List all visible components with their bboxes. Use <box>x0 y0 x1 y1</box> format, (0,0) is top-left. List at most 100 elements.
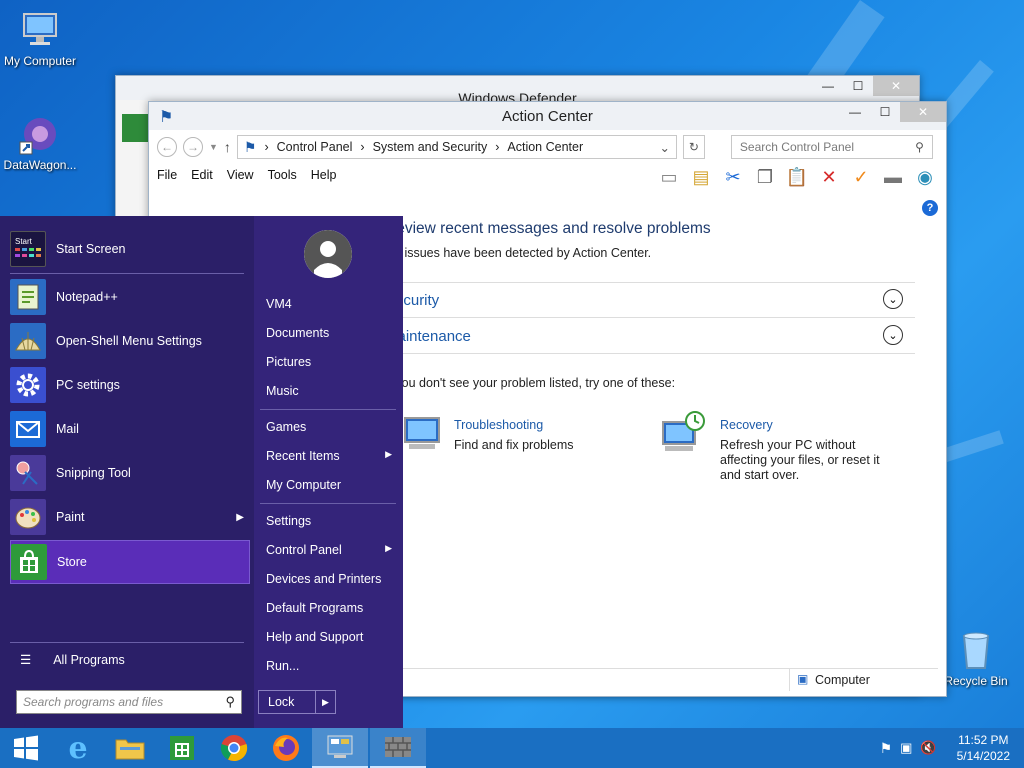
start-right-run[interactable]: Run... <box>266 659 396 673</box>
start-right-default-programs[interactable]: Default Programs <box>266 601 396 615</box>
chrome-icon <box>220 735 248 762</box>
mail-icon <box>10 411 46 447</box>
open-shell-icon[interactable]: ◉ <box>912 164 938 190</box>
desktop-icon-recycle-bin[interactable]: Recycle Bin <box>936 628 1016 688</box>
open-shell-icon <box>10 323 46 359</box>
search-placeholder: Search Control Panel <box>739 140 854 154</box>
checkmark-icon[interactable]: ✓ <box>848 164 874 190</box>
taskbar-chrome[interactable] <box>208 728 260 768</box>
troubleshooting-link[interactable]: Troubleshooting <box>454 418 543 432</box>
start-item-start-screen[interactable]: Start Start Screen <box>10 228 250 270</box>
firefox-icon <box>273 735 299 761</box>
page-subheading: No issues have been detected by Action C… <box>385 246 652 260</box>
start-right-recent-items[interactable]: Recent Items ▶ <box>266 449 396 463</box>
start-right-control-panel[interactable]: Control Panel ▶ <box>266 543 396 557</box>
start-item-paint[interactable]: Paint ▶ <box>10 496 250 538</box>
expand-maintenance-button[interactable]: ⌄ <box>883 325 903 345</box>
maximize-button[interactable]: ☐ <box>843 76 873 96</box>
desktop-icon-my-computer[interactable]: My Computer <box>0 8 80 68</box>
recent-pages-chevron-icon[interactable]: ▼ <box>209 142 218 152</box>
minimize-button[interactable]: — <box>840 102 870 122</box>
recovery-link[interactable]: Recovery <box>720 418 773 432</box>
forward-button[interactable]: → <box>183 137 203 157</box>
address-bar[interactable]: ⚑ › Control Panel › System and Security … <box>236 135 677 159</box>
start-right-label: Run... <box>266 659 300 673</box>
start-item-pc-settings[interactable]: PC settings <box>10 364 250 406</box>
action-center-titlebar[interactable]: ⚑ Action Center — ☐ ✕ <box>149 102 946 130</box>
properties-icon[interactable]: ▬ <box>880 164 906 190</box>
start-right-pictures[interactable]: Pictures <box>266 355 396 369</box>
start-right-devices-printers[interactable]: Devices and Printers <box>266 572 396 586</box>
taskbar-windows-defender[interactable] <box>370 728 426 768</box>
search-icon: ⚲ <box>915 140 924 154</box>
menu-bar: File Edit View Tools Help <box>157 168 336 182</box>
internet-explorer-icon: e <box>68 730 88 766</box>
datawagon-icon <box>18 112 62 156</box>
taskbar-internet-explorer[interactable]: e <box>52 728 104 768</box>
start-right-games[interactable]: Games <box>266 420 396 434</box>
menu-tools[interactable]: Tools <box>268 168 297 182</box>
back-button[interactable]: ← <box>157 137 177 157</box>
start-right-my-computer[interactable]: My Computer <box>266 478 396 492</box>
start-right-documents[interactable]: Documents <box>266 326 396 340</box>
start-search-placeholder: Search programs and files <box>23 695 164 709</box>
start-right-label: Control Panel <box>266 543 342 557</box>
defender-titlebar[interactable]: Windows Defender — ☐ ✕ <box>116 76 919 106</box>
start-item-snipping-tool[interactable]: Snipping Tool <box>10 452 250 494</box>
search-input[interactable]: Search Control Panel ⚲ <box>730 135 933 159</box>
start-right-label: My Computer <box>266 478 342 492</box>
start-item-label: Notepad++ <box>56 290 118 304</box>
start-item-label: Snipping Tool <box>56 466 131 480</box>
maximize-button[interactable]: ☐ <box>870 102 900 122</box>
lock-options-arrow-icon[interactable]: ▶ <box>315 691 335 713</box>
gear-icon <box>10 367 46 403</box>
paste-icon[interactable]: 📋 <box>784 164 810 190</box>
close-button[interactable]: ✕ <box>873 76 919 96</box>
breadcrumb-control-panel[interactable]: Control Panel <box>277 140 353 154</box>
all-programs-button[interactable]: ☰ All Programs <box>20 652 125 668</box>
expand-security-button[interactable]: ⌄ <box>883 289 903 309</box>
chevron-down-icon[interactable]: ⌄ <box>659 140 669 155</box>
flag-icon: ⚑ <box>243 138 257 155</box>
start-item-store[interactable]: Store <box>10 540 250 584</box>
start-right-vm4[interactable]: VM4 <box>266 297 396 311</box>
layout-icon[interactable]: ▭ <box>656 164 682 190</box>
user-avatar[interactable] <box>304 230 352 278</box>
start-search-input[interactable]: Search programs and files ⚲ <box>16 690 242 714</box>
network-icon[interactable]: ▣ <box>900 740 912 756</box>
breadcrumb-system-security[interactable]: System and Security <box>373 140 488 154</box>
taskbar-control-panel[interactable] <box>312 728 368 768</box>
breadcrumb-action-center[interactable]: Action Center <box>507 140 583 154</box>
lock-button[interactable]: Lock ▶ <box>258 690 336 714</box>
taskbar-store[interactable] <box>156 728 208 768</box>
start-right-help-support[interactable]: Help and Support <box>266 630 396 644</box>
cut-icon[interactable]: ✂ <box>720 164 746 190</box>
menu-file[interactable]: File <box>157 168 177 182</box>
desktop-icon-datawagon[interactable]: DataWagon... <box>0 112 80 172</box>
copy-icon[interactable]: ❐ <box>752 164 778 190</box>
taskbar-firefox[interactable] <box>260 728 312 768</box>
action-center-flag-icon[interactable]: ⚑ <box>880 740 893 757</box>
up-arrow-icon[interactable]: ↑ <box>224 139 231 155</box>
start-button[interactable] <box>0 728 52 768</box>
minimize-button[interactable]: — <box>813 76 843 96</box>
close-button[interactable]: ✕ <box>900 102 946 122</box>
menu-view[interactable]: View <box>227 168 254 182</box>
start-item-open-shell-settings[interactable]: Open-Shell Menu Settings <box>10 320 250 362</box>
volume-muted-icon[interactable]: 🔇 <box>920 740 936 756</box>
folder-icon <box>115 739 145 760</box>
start-item-label: Store <box>57 555 87 569</box>
hint-text: If you don't see your problem listed, tr… <box>385 376 676 390</box>
refresh-button[interactable]: ↻ <box>682 135 705 159</box>
start-item-mail[interactable]: Mail <box>10 408 250 450</box>
delete-icon[interactable]: ✕ <box>816 164 842 190</box>
menu-help[interactable]: Help <box>311 168 337 182</box>
start-right-music[interactable]: Music <box>266 384 396 398</box>
taskbar-file-explorer[interactable] <box>104 728 156 768</box>
start-right-settings[interactable]: Settings <box>266 514 396 528</box>
menu-edit[interactable]: Edit <box>191 168 213 182</box>
help-icon[interactable]: ? <box>922 200 938 216</box>
folder-options-icon[interactable]: ▤ <box>688 164 714 190</box>
start-item-notepadpp[interactable]: Notepad++ <box>10 276 250 318</box>
clock[interactable]: 11:52 PM 5/14/2022 <box>957 732 1010 764</box>
